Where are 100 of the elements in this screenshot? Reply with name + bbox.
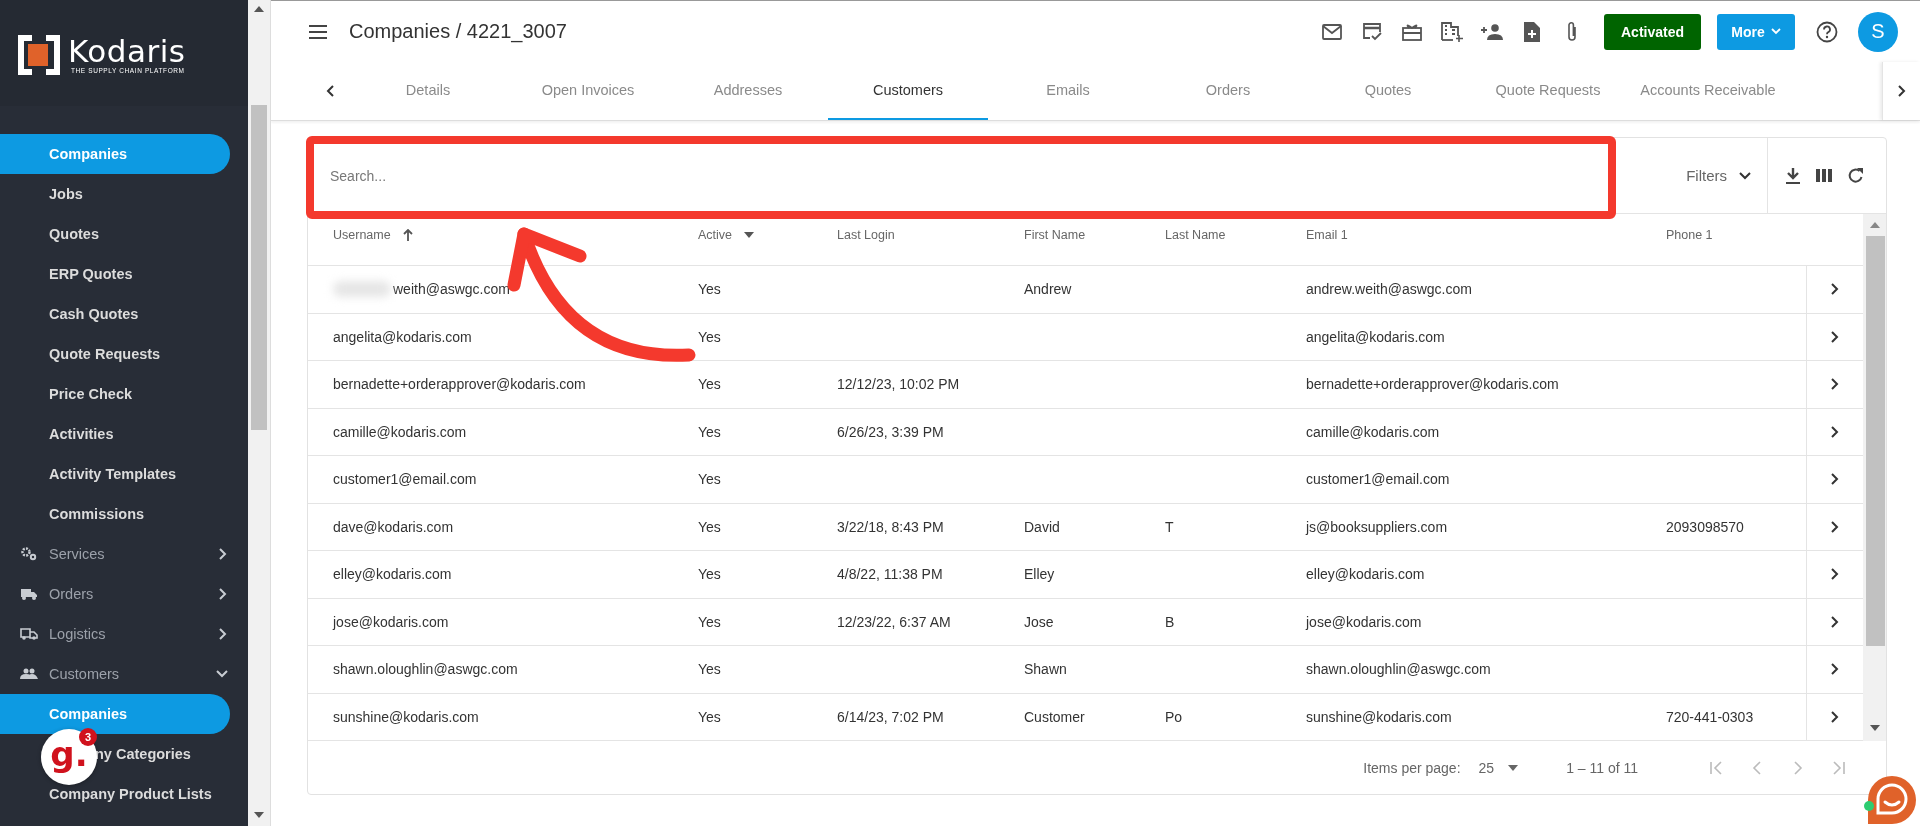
table-cell: 3/22/18, 8:43 PM [837,518,944,535]
building-plus-icon[interactable] [1440,19,1464,44]
table-cell: Yes [698,566,721,583]
table-cell: Yes [698,423,721,440]
table-cell: bernadette+orderapprover@kodaris.com [1306,376,1559,393]
column-header[interactable]: First Name [999,214,1140,266]
table-cell: Andrew [1024,281,1072,298]
tab[interactable]: Details [348,62,508,120]
tab[interactable]: Open Invoices [508,62,668,120]
table-cell: sunshine@kodaris.com [333,708,479,725]
table-cell: 720-441-0303 [1666,708,1754,725]
help-icon[interactable] [1816,20,1838,43]
column-header[interactable]: Last Name [1140,214,1281,266]
table-cell: David [1024,518,1060,535]
chevron-right-icon[interactable] [1830,473,1840,486]
table-cell: dave@kodaris.com [333,518,454,535]
logo-name: Kodaris [68,35,186,67]
table-cell: jose@kodaris.com [333,613,449,630]
column-header[interactable]: Phone 1 [1641,214,1806,266]
sidebar-scrollbar[interactable] [248,0,271,826]
table-cell: andrew.weith@aswgc.com [1306,281,1472,298]
section-label: Logistics [49,626,107,642]
table-cell: sunshine@kodaris.com [1306,708,1452,725]
section-icon [18,627,40,641]
sidebar-item[interactable]: Quotes [0,214,230,254]
table-cell: camille@kodaris.com [1306,423,1440,440]
tab[interactable]: Quote Requests [1468,62,1628,120]
chat-widget-icon[interactable] [1866,774,1918,826]
table-cell: Yes [698,281,721,298]
sidebar-item[interactable]: ny Categories [95,734,191,774]
table-cell: Yes [698,708,721,725]
activated-button[interactable]: Activated [1604,13,1701,50]
sidebar-item[interactable]: Price Check [0,374,230,414]
tab[interactable]: Orders [1148,62,1308,120]
table-cell: Shawn [1024,661,1067,678]
table-cell: 6/14/23, 7:02 PM [837,708,944,725]
sidebar-section[interactable]: Services [0,534,230,574]
section-icon [18,668,40,680]
chevron-right-icon [218,588,228,600]
column-header[interactable]: Username [308,214,673,266]
table-cell: 6/26/23, 3:39 PM [837,423,944,440]
more-button[interactable]: More [1717,13,1795,50]
chevron-right-icon[interactable] [1830,615,1840,628]
chevron-right-icon[interactable] [1830,663,1840,676]
sidebar-item[interactable]: Jobs [0,174,230,214]
caret-down-icon [1508,764,1519,771]
sidebar-item[interactable]: Cash Quotes [0,294,230,334]
refresh-icon[interactable] [1848,167,1864,184]
table-cell: 12/12/23, 10:02 PM [837,376,960,393]
user-avatar[interactable]: S [1858,11,1898,52]
table-cell: Yes [698,661,721,678]
table-cell: B [1165,613,1175,630]
sidebar-item[interactable]: ERP Quotes [0,254,230,294]
page-size-select[interactable]: 25 [1478,759,1519,776]
sidebar-item[interactable]: Companies [0,134,230,174]
columns-icon[interactable] [1816,169,1832,182]
chevron-right-icon[interactable] [1830,568,1840,581]
table-cell: js@booksuppliers.com [1306,518,1448,535]
sidebar-section[interactable]: Orders [0,574,230,614]
table-scrollbar[interactable] [1863,214,1886,741]
tab[interactable]: Quotes [1308,62,1468,120]
sidebar-item[interactable]: Activity Templates [0,454,230,494]
table-cell: 2093098570 [1666,518,1744,535]
table-cell: jose@kodaris.com [1306,613,1422,630]
table-cell: Yes [698,471,721,488]
chevron-right-icon[interactable] [1830,425,1840,438]
chevron-right-icon[interactable] [1830,330,1840,343]
sidebar-item[interactable]: Companies [0,694,230,734]
table-cell: Customer [1024,708,1085,725]
table-cell: T [1165,518,1174,535]
column-header[interactable]: Last Login [812,214,999,266]
table-cell: Elley [1024,566,1055,583]
table-cell: Po [1165,708,1183,725]
download-icon[interactable] [1786,167,1800,184]
sidebar-section[interactable]: Customers [0,654,230,694]
column-header[interactable]: Email 1 [1281,214,1641,266]
table-cell: shawn.oloughlin@aswgc.com [333,661,518,678]
chevron-right-icon[interactable] [1830,710,1840,723]
column-header[interactable]: Active [673,214,812,266]
table-cell: Yes [698,328,721,345]
sidebar-item[interactable]: Quote Requests [0,334,230,374]
table-cell: elley@kodaris.com [1306,566,1425,583]
search-field[interactable]: Search... [308,137,1679,214]
tab[interactable]: Addresses [668,62,828,120]
tab[interactable]: Customers [828,62,988,120]
items-per-page-label: Items per page: [1363,759,1461,776]
chevron-right-icon[interactable] [1830,378,1840,391]
tab[interactable]: Emails [988,62,1148,120]
chevron-right-icon [218,548,228,560]
table-cell: bernadette+orderapprover@kodaris.com [333,376,586,393]
sidebar-section[interactable]: Logistics [0,614,230,654]
sidebar-item[interactable]: Activities [0,414,230,454]
tab[interactable]: Accounts Receivable [1628,62,1788,120]
chevron-right-icon[interactable] [1830,283,1840,296]
menu-icon[interactable] [309,24,327,39]
filters-button[interactable]: Filters [1678,159,1767,192]
chevron-right-icon[interactable] [1830,520,1840,533]
chevron-down-icon [216,669,228,679]
section-label: Services [49,546,106,562]
sidebar-item[interactable]: Commissions [0,494,230,534]
